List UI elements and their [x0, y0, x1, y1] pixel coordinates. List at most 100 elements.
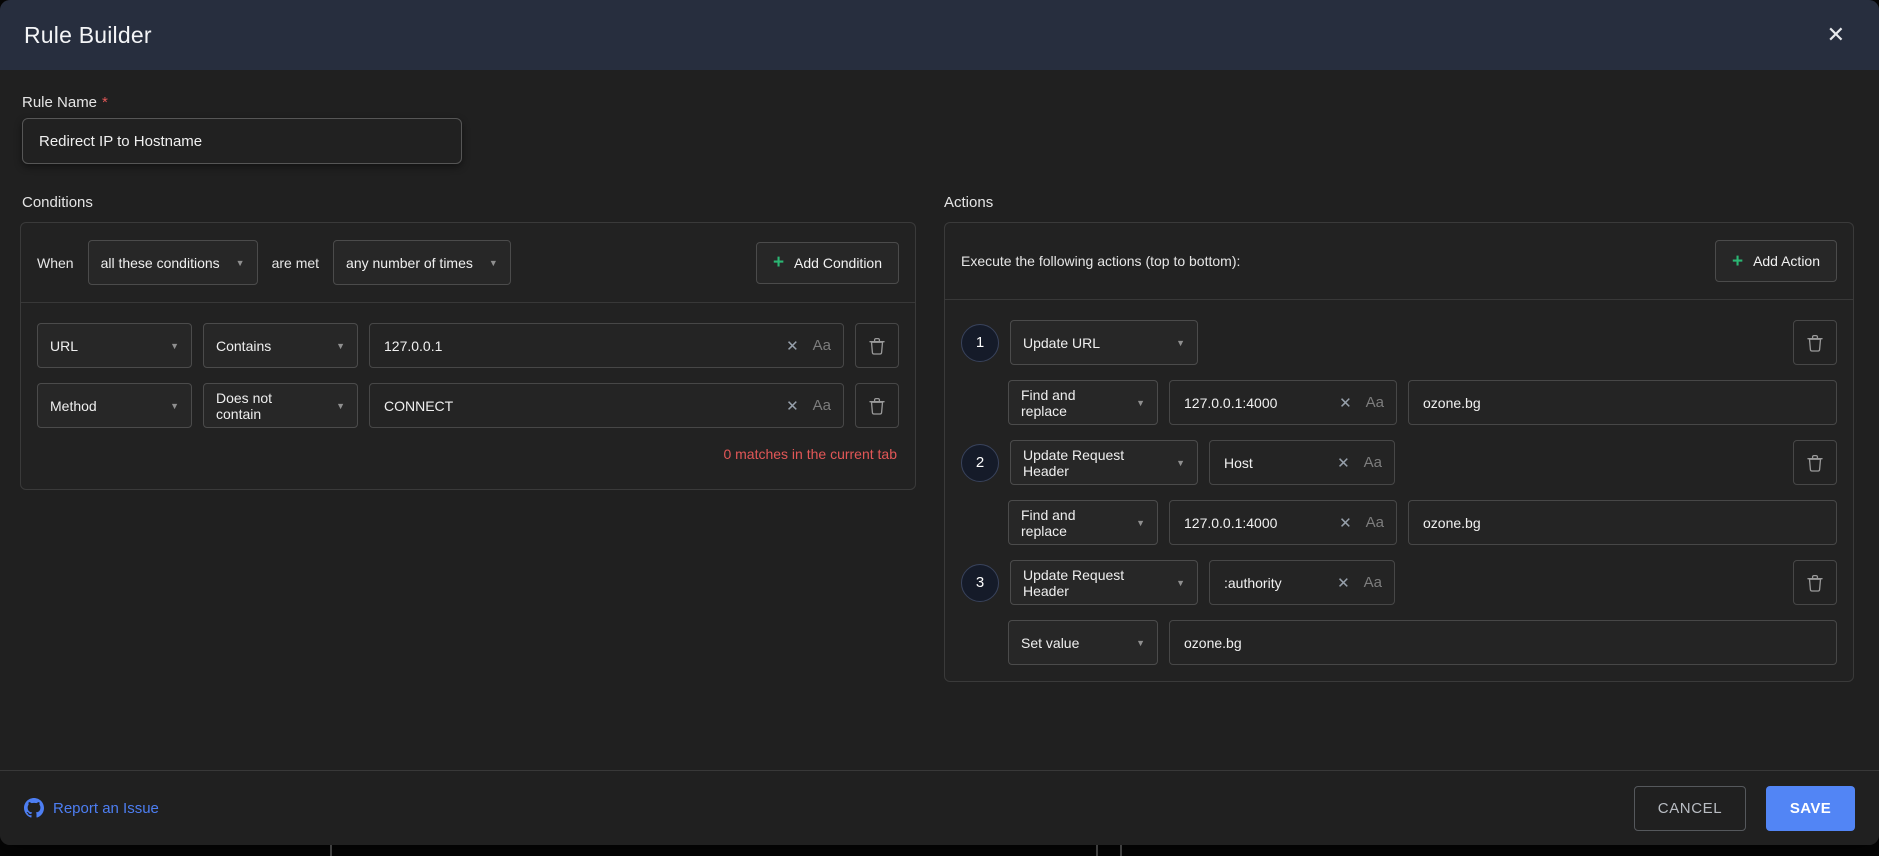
- delete-action-button[interactable]: [1793, 560, 1837, 605]
- actions-rows: 1 Update URL ▼ Find and replace ▼: [945, 300, 1853, 665]
- match-case-icon[interactable]: Aa: [813, 337, 831, 354]
- action-type-select[interactable]: Update Request Header ▼: [1010, 560, 1198, 605]
- action-replace-field: [1408, 380, 1837, 425]
- actions-section-title: Actions: [944, 194, 993, 211]
- action-replace-input[interactable]: [1421, 394, 1824, 412]
- caret-down-icon: ▼: [1136, 398, 1145, 408]
- conditions-match-type-select[interactable]: all these conditions ▼: [88, 240, 258, 285]
- action-type-value: Update Request Header: [1023, 447, 1160, 479]
- condition-operator-select[interactable]: Does not contain ▼: [203, 383, 358, 428]
- condition-value-input[interactable]: [382, 397, 778, 415]
- action-replace-input[interactable]: [1421, 514, 1824, 532]
- close-button[interactable]: ✕: [1823, 20, 1849, 50]
- delete-condition-button[interactable]: [855, 323, 899, 368]
- condition-operator-select[interactable]: Contains ▼: [203, 323, 358, 368]
- action-type-value: Update Request Header: [1023, 567, 1160, 599]
- add-condition-label: Add Condition: [794, 255, 882, 271]
- action-find-field: ✕ Aa: [1169, 380, 1397, 425]
- caret-down-icon: ▼: [1136, 638, 1145, 648]
- clear-icon[interactable]: ✕: [1339, 394, 1352, 412]
- conditions-when-row: When all these conditions ▼ are met any …: [21, 223, 915, 303]
- delete-condition-button[interactable]: [855, 383, 899, 428]
- action-type-select[interactable]: Update Request Header ▼: [1010, 440, 1198, 485]
- condition-value-field: ✕ Aa: [369, 383, 844, 428]
- plus-icon: +: [1732, 252, 1743, 271]
- match-case-icon[interactable]: Aa: [1366, 514, 1384, 531]
- actions-panel: Execute the following actions (top to bo…: [944, 222, 1854, 682]
- action-mode-value: Find and replace: [1021, 387, 1120, 419]
- when-label: When: [37, 255, 74, 271]
- condition-field-select[interactable]: URL ▼: [37, 323, 192, 368]
- action-value-input[interactable]: [1182, 634, 1824, 652]
- add-action-label: Add Action: [1753, 253, 1820, 269]
- dialog-header: Rule Builder ✕: [0, 0, 1879, 70]
- caret-down-icon: ▼: [336, 401, 345, 411]
- rule-name-label: Rule Name*: [22, 94, 108, 111]
- action-find-input[interactable]: [1182, 514, 1331, 532]
- condition-operator-value: Contains: [216, 338, 271, 354]
- action-target-input[interactable]: [1222, 454, 1329, 472]
- clear-icon[interactable]: ✕: [1337, 574, 1350, 592]
- add-condition-button[interactable]: + Add Condition: [756, 242, 899, 284]
- screen: Rule Builder ✕ Rule Name* Conditions Act…: [0, 0, 1879, 856]
- dialog-footer: Report an Issue CANCEL SAVE: [0, 770, 1879, 845]
- add-action-button[interactable]: + Add Action: [1715, 240, 1837, 282]
- clear-icon[interactable]: ✕: [786, 397, 799, 415]
- action-mode-value: Find and replace: [1021, 507, 1120, 539]
- rule-name-input[interactable]: [37, 132, 447, 151]
- actions-header-text: Execute the following actions (top to bo…: [961, 253, 1240, 269]
- caret-down-icon: ▼: [1176, 578, 1185, 588]
- condition-field-select[interactable]: Method ▼: [37, 383, 192, 428]
- delete-action-button[interactable]: [1793, 320, 1837, 365]
- action-find-field: ✕ Aa: [1169, 500, 1397, 545]
- times-value: any number of times: [346, 255, 473, 271]
- action-row: 3 Update Request Header ▼ ✕ Aa: [961, 560, 1837, 605]
- conditions-times-select[interactable]: any number of times ▼: [333, 240, 511, 285]
- conditions-panel: When all these conditions ▼ are met any …: [20, 222, 916, 490]
- background-page-edge: [1096, 845, 1098, 856]
- action-type-select[interactable]: Update URL ▼: [1010, 320, 1198, 365]
- condition-operator-value: Does not contain: [216, 390, 320, 422]
- match-case-icon[interactable]: Aa: [1364, 574, 1382, 591]
- trash-icon: [1807, 574, 1823, 592]
- action-target-field: ✕ Aa: [1209, 440, 1395, 485]
- action-number-badge: 2: [961, 444, 999, 482]
- trash-icon: [1807, 454, 1823, 472]
- rule-name-field: [22, 118, 462, 164]
- action-mode-select[interactable]: Find and replace ▼: [1008, 500, 1158, 545]
- caret-down-icon: ▼: [1136, 518, 1145, 528]
- trash-icon: [869, 397, 885, 415]
- action-target-input[interactable]: [1222, 574, 1329, 592]
- action-mode-select[interactable]: Set value ▼: [1008, 620, 1158, 665]
- clear-icon[interactable]: ✕: [1337, 454, 1350, 472]
- plus-icon: +: [773, 253, 784, 272]
- dialog-title: Rule Builder: [24, 22, 152, 49]
- caret-down-icon: ▼: [489, 258, 498, 268]
- match-type-value: all these conditions: [101, 255, 220, 271]
- report-issue-link[interactable]: Report an Issue: [24, 798, 159, 818]
- action-find-input[interactable]: [1182, 394, 1331, 412]
- condition-value-field: ✕ Aa: [369, 323, 844, 368]
- save-button[interactable]: SAVE: [1766, 786, 1855, 831]
- clear-icon[interactable]: ✕: [786, 337, 799, 355]
- delete-action-button[interactable]: [1793, 440, 1837, 485]
- condition-field-value: Method: [50, 398, 97, 414]
- match-case-icon[interactable]: Aa: [813, 397, 831, 414]
- action-value-field: [1169, 620, 1837, 665]
- clear-icon[interactable]: ✕: [1339, 514, 1352, 532]
- action-sub-row: Set value ▼: [961, 620, 1837, 665]
- match-case-icon[interactable]: Aa: [1366, 394, 1384, 411]
- caret-down-icon: ▼: [170, 401, 179, 411]
- action-type-value: Update URL: [1023, 335, 1100, 351]
- required-asterisk: *: [102, 94, 108, 111]
- cancel-button[interactable]: CANCEL: [1634, 786, 1746, 831]
- are-met-label: are met: [272, 255, 319, 271]
- background-page-edge: [330, 845, 332, 856]
- action-number-badge: 3: [961, 564, 999, 602]
- action-mode-select[interactable]: Find and replace ▼: [1008, 380, 1158, 425]
- action-row: 2 Update Request Header ▼ ✕ Aa: [961, 440, 1837, 485]
- action-replace-field: [1408, 500, 1837, 545]
- condition-row: Method ▼ Does not contain ▼ ✕ Aa: [37, 383, 899, 428]
- match-case-icon[interactable]: Aa: [1364, 454, 1382, 471]
- condition-value-input[interactable]: [382, 337, 778, 355]
